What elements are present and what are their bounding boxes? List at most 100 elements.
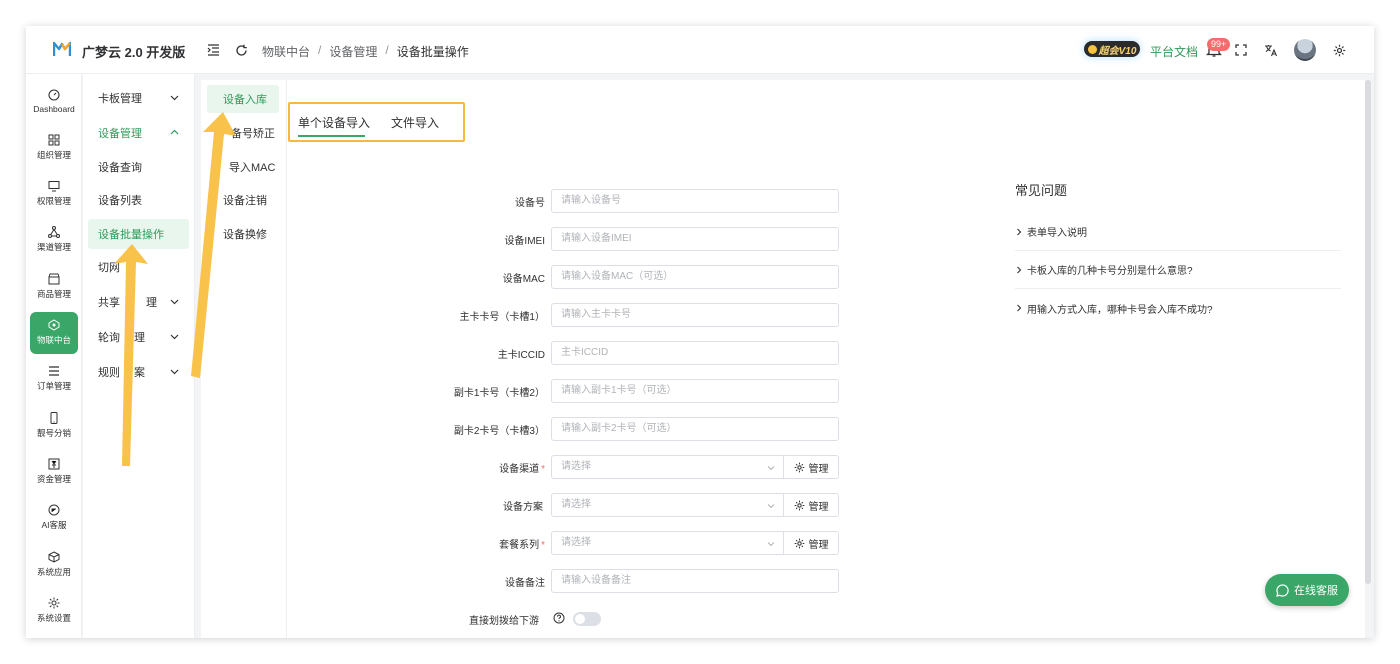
transfer-toggle[interactable] xyxy=(573,612,601,626)
submenu-card-board[interactable]: 卡板管理 xyxy=(88,83,189,113)
tab-number-correction[interactable]: 备号矫正 xyxy=(207,119,279,147)
rail-item[interactable]: 靓号分销 xyxy=(30,404,78,446)
tab-file-import[interactable]: 文件导入 xyxy=(391,114,439,131)
rail-item[interactable]: AI客服 xyxy=(30,497,78,539)
submenu-device-manage[interactable]: 设备管理 xyxy=(88,118,189,148)
main-iccid-input[interactable]: 主卡ICCID xyxy=(551,341,839,365)
form-row-sub-card-1: 副卡1卡号（卡槽2） 请输入副卡1卡号（可选） xyxy=(431,379,841,403)
required-mark: * xyxy=(541,540,545,551)
gear-icon xyxy=(794,462,804,472)
form-row-plan: 设备方案 请选择 管理 xyxy=(431,493,841,517)
chevron-down-icon xyxy=(767,504,775,509)
field-label: 设备号 xyxy=(515,198,545,209)
main-card-input[interactable]: 请输入主卡卡号 xyxy=(551,303,839,327)
user-avatar[interactable] xyxy=(1294,39,1316,61)
select-placeholder: 请选择 xyxy=(561,461,591,472)
faq-item-label: 表单导入说明 xyxy=(1027,228,1087,239)
sub-card-2-input[interactable]: 请输入副卡2卡号（可选） xyxy=(551,417,839,441)
vertical-scrollbar[interactable] xyxy=(1365,80,1371,584)
rail-item[interactable]: Dashboard xyxy=(30,80,78,122)
faq-item[interactable]: 表单导入说明 xyxy=(1015,213,1341,251)
online-support-button[interactable]: 在线客服 xyxy=(1265,574,1349,606)
breadcrumb: 物联中台 / 设备管理 / 设备批量操作 xyxy=(262,43,469,60)
manage-label: 管理 xyxy=(808,463,829,475)
plan-manage-button[interactable]: 管理 xyxy=(783,493,839,517)
breadcrumb-item[interactable]: 设备管理 xyxy=(329,43,377,60)
submenu-label: 设备批量操作 xyxy=(98,229,164,241)
chevron-right-icon xyxy=(1017,304,1022,312)
question-circle-icon[interactable] xyxy=(553,612,565,624)
package-manage-button[interactable]: 管理 xyxy=(783,531,839,555)
submenu-label: 切网 xyxy=(98,262,120,274)
rail-item-label: 渠道管理 xyxy=(36,242,71,253)
channel-select[interactable]: 请选择 xyxy=(551,455,784,479)
rail-item[interactable]: 物联中台 xyxy=(30,311,78,354)
field-label: 直接划拨给下游 xyxy=(469,616,539,627)
sub-card-1-input[interactable]: 请输入副卡1卡号（可选） xyxy=(551,379,839,403)
chevron-down-icon xyxy=(767,542,775,547)
imei-input[interactable]: 请输入设备IMEI xyxy=(551,227,839,251)
plan-select[interactable]: 请选择 xyxy=(551,493,784,517)
submenu-share[interactable]: 共享 理 xyxy=(88,287,189,317)
menu-collapse-icon[interactable] xyxy=(204,41,222,59)
mac-input[interactable]: 请输入设备MAC（可选） xyxy=(551,265,839,289)
store-icon xyxy=(48,273,60,285)
fullscreen-icon[interactable] xyxy=(1232,41,1250,59)
device-no-input[interactable]: 请输入设备号 xyxy=(551,189,839,213)
rail-item[interactable]: 商品管理 xyxy=(30,265,78,307)
submenu-device-list[interactable]: 设备列表 xyxy=(88,185,189,215)
tab-import-mac[interactable]: 导入MAC xyxy=(207,153,279,181)
submenu-polling[interactable]: 轮询 理 xyxy=(88,322,189,352)
rail-item-label: 商品管理 xyxy=(36,288,71,299)
submenu-label: 轮询 xyxy=(98,332,120,344)
tab-single-import[interactable]: 单个设备导入 xyxy=(298,114,370,131)
select-placeholder: 请选择 xyxy=(561,537,591,548)
rail-item[interactable]: 渠道管理 xyxy=(30,219,78,261)
rail-item[interactable]: 系统应用 xyxy=(30,543,78,585)
channel-manage-button[interactable]: 管理 xyxy=(783,455,839,479)
gear-icon xyxy=(794,538,804,548)
dashboard-icon xyxy=(48,88,60,101)
submenu-label: 共享 xyxy=(98,297,120,309)
rail-item-label: 订单管理 xyxy=(36,381,71,392)
remark-input[interactable]: 请输入设备备注 xyxy=(551,569,839,593)
vip-badge[interactable]: 超会V10 xyxy=(1084,41,1140,57)
tab-device-stock-in[interactable]: 设备入库 xyxy=(207,85,279,113)
rail-item-label: 系统设置 xyxy=(36,612,71,623)
package-select[interactable]: 请选择 xyxy=(551,531,784,555)
faq-item[interactable]: 卡板入库的几种卡号分别是什么意思? xyxy=(1015,251,1341,289)
brand-name: 广梦云 2.0 开发版 xyxy=(82,45,186,60)
rail-item[interactable]: 权限管理 xyxy=(30,173,78,215)
monitor-icon xyxy=(48,181,60,192)
submenu-rules[interactable]: 规则 案 xyxy=(88,357,189,387)
rail-item[interactable]: 组织管理 xyxy=(30,126,78,168)
tab-device-cancel[interactable]: 设备注销 xyxy=(207,186,279,214)
submenu-device-batch[interactable]: 设备批量操作 xyxy=(88,219,189,249)
platform-docs-link[interactable]: 平台文档 xyxy=(1150,43,1198,60)
submenu-device-query[interactable]: 设备查询 xyxy=(88,152,189,182)
chevron-up-icon xyxy=(170,129,179,135)
submenu-label: 规则 xyxy=(98,367,120,379)
refresh-icon[interactable] xyxy=(232,41,250,59)
notification-badge: 99+ xyxy=(1207,38,1231,51)
chevron-down-icon xyxy=(170,299,179,305)
form-row-package: 套餐系列 * 请选择 管理 xyxy=(431,531,841,555)
grid-icon xyxy=(48,134,60,146)
submenu-label: 卡板管理 xyxy=(98,93,142,105)
translate-icon[interactable] xyxy=(1262,41,1280,59)
faq-item[interactable]: 用输入方式入库，哪种卡号会入库不成功? xyxy=(1015,289,1341,327)
submenu-switch-network[interactable]: 切网 xyxy=(88,252,189,282)
toggle-knob xyxy=(575,614,585,624)
rail-item[interactable]: 订单管理 xyxy=(30,358,78,400)
field-label: 主卡ICCID xyxy=(497,350,545,361)
breadcrumb-item[interactable]: 物联中台 xyxy=(262,43,310,60)
rail-item-label: 系统应用 xyxy=(36,566,71,577)
rail-item[interactable]: 资金管理 xyxy=(30,450,78,492)
field-label: 副卡1卡号（卡槽2） xyxy=(453,388,545,399)
tab-device-repair[interactable]: 设备换修 xyxy=(207,220,279,248)
settings-gear-icon[interactable] xyxy=(1330,41,1348,59)
field-label: 设备MAC xyxy=(502,274,545,285)
breadcrumb-separator: / xyxy=(318,43,322,57)
online-support-label: 在线客服 xyxy=(1294,585,1338,597)
rail-item[interactable]: 系统设置 xyxy=(30,589,78,631)
